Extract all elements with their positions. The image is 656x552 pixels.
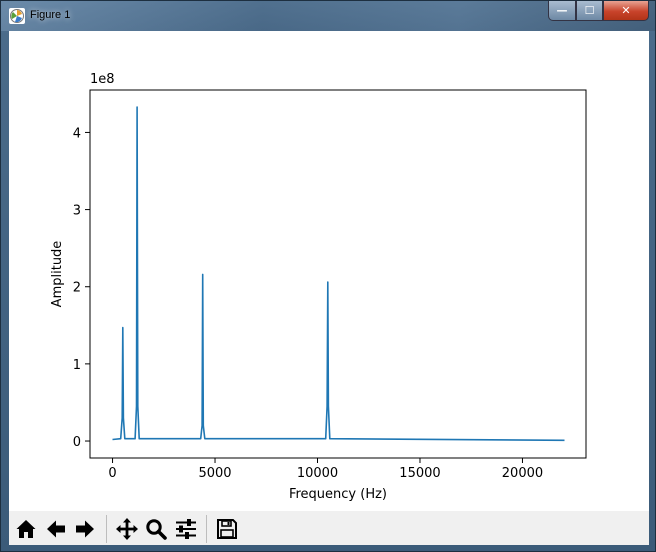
arrow-left-icon — [47, 520, 65, 538]
y-tick-label: 3 — [73, 204, 81, 219]
y-tick-label: 2 — [73, 281, 81, 296]
y-tick-label: 1 — [73, 358, 81, 373]
toolbar-separator — [106, 515, 107, 543]
maximize-icon: ☐ — [584, 4, 595, 17]
minimize-icon: — — [556, 4, 568, 17]
configure-subplots-button[interactable] — [173, 515, 199, 543]
window-title: Figure 1 — [30, 9, 71, 21]
y-axis-label: Amplitude — [50, 241, 65, 308]
x-axis-label: Frequency (Hz) — [289, 487, 387, 502]
sliders-icon — [176, 519, 196, 539]
arrow-right-icon — [76, 520, 94, 538]
x-tick-label: 20000 — [502, 466, 543, 481]
matplotlib-icon — [9, 8, 25, 24]
title-bar[interactable]: Figure 1 — ☐ ✕ — [1, 1, 655, 31]
y-tick-label: 4 — [73, 126, 81, 141]
plot-svg: 0 5000 10000 15000 20000 0 1 2 3 4 1e8 Frequency… — [50, 72, 587, 502]
back-button[interactable] — [43, 515, 69, 543]
navigation-toolbar — [9, 511, 649, 545]
axes-background — [90, 90, 586, 458]
y-offset-text: 1e8 — [90, 72, 115, 87]
home-icon — [16, 520, 36, 538]
x-tick-label: 0 — [108, 466, 116, 481]
close-icon: ✕ — [621, 4, 631, 17]
close-button[interactable]: ✕ — [603, 1, 649, 21]
x-axis-ticks: 0 5000 10000 15000 20000 — [108, 458, 543, 481]
minimize-button[interactable]: — — [548, 1, 576, 21]
x-tick-label: 10000 — [297, 466, 338, 481]
toolbar-separator — [206, 515, 207, 543]
figure-canvas[interactable]: 0 5000 10000 15000 20000 0 1 2 3 4 1e8 Frequency… — [9, 31, 649, 545]
y-axis-ticks: 0 1 2 3 4 — [73, 126, 90, 450]
figure-window: Figure 1 — ☐ ✕ 0 5000 10000 15000 20000 0 1 2 3… — [0, 0, 656, 552]
y-tick-label: 0 — [73, 435, 81, 450]
zoom-button[interactable] — [143, 515, 169, 543]
maximize-button[interactable]: ☐ — [576, 1, 603, 21]
home-button[interactable] — [13, 515, 39, 543]
floppy-disk-icon — [217, 519, 237, 539]
x-tick-label: 15000 — [399, 466, 440, 481]
save-button[interactable] — [214, 515, 240, 543]
forward-button[interactable] — [72, 515, 98, 543]
magnifier-icon — [146, 519, 167, 540]
move-icon — [116, 518, 138, 540]
x-tick-label: 5000 — [198, 466, 231, 481]
pan-button[interactable] — [114, 515, 140, 543]
